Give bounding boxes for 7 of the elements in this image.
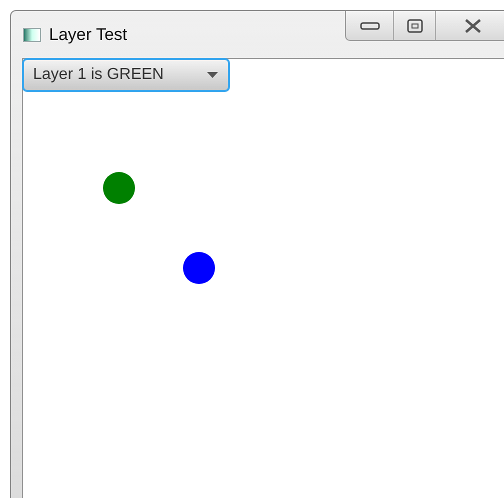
- layer-dropdown[interactable]: Layer 1 is GREEN: [22, 58, 230, 92]
- caret-icon: [207, 72, 218, 78]
- app-icon: [23, 28, 41, 42]
- window-title: Layer Test: [49, 24, 128, 46]
- close-icon: [464, 18, 482, 32]
- maximize-icon: [406, 18, 422, 32]
- minimize-icon: [360, 22, 380, 30]
